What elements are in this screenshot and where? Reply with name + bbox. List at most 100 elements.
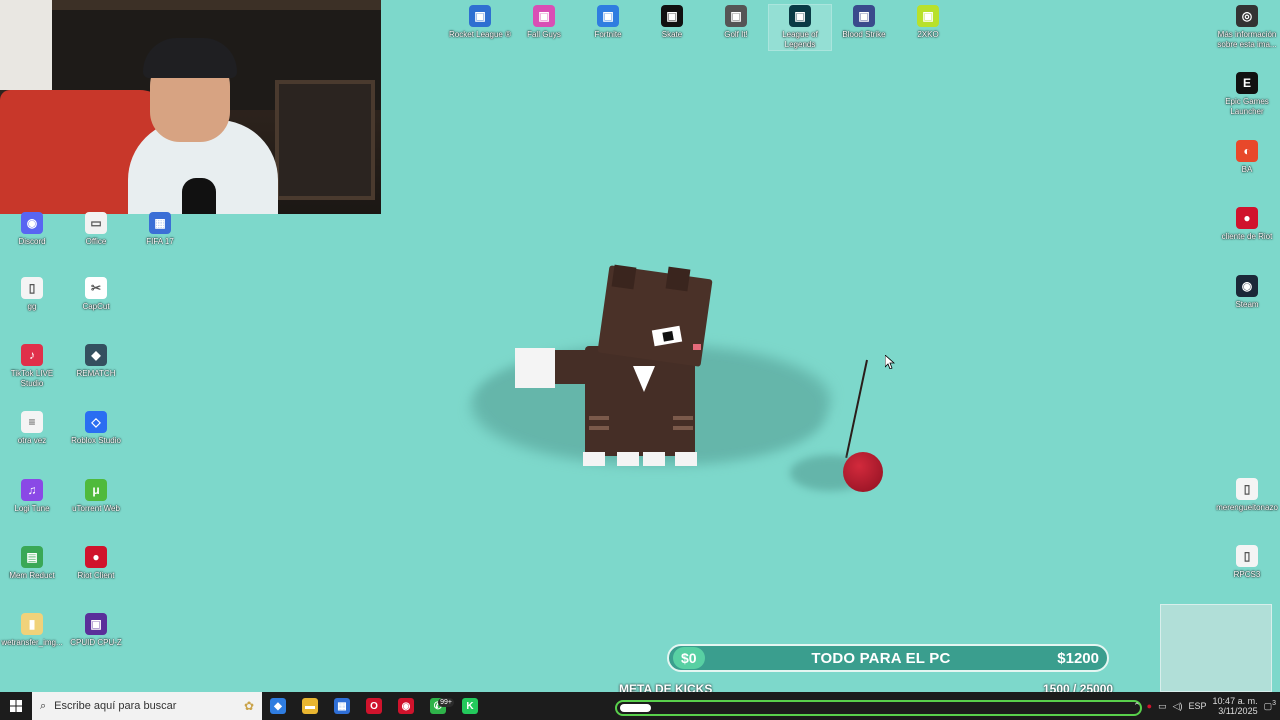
desktop-icon[interactable]: ▣ League of Legends <box>768 4 832 51</box>
capcut-icon: ✂ <box>85 277 107 299</box>
desktop-icon[interactable]: ● Riot Client <box>65 546 127 581</box>
opera-icon: O <box>366 698 382 714</box>
rematch-icon: ◆ <box>85 344 107 366</box>
notification-center-icon[interactable]: ▢3 <box>1264 700 1276 712</box>
tray-app-icon[interactable]: ● <box>1147 701 1152 711</box>
system-tray: ⌃ ● ▭ ◁) ESP 10:47 a. m. 3/11/2025 ▢3 <box>1133 692 1276 720</box>
desktop-icon[interactable]: ◉ Discord <box>1 212 63 247</box>
text-file-icon: ≡ <box>21 411 43 433</box>
document-icon: ▯ <box>1236 478 1258 500</box>
desktop-icon-label: otra vez <box>17 436 47 445</box>
desktop-icon[interactable]: ▣ Fortnite <box>577 5 639 40</box>
desktop-icon[interactable]: ♫ Logi Tune <box>1 479 63 514</box>
rocket-league-icon: ▣ <box>469 5 491 27</box>
taskbar-app[interactable]: ◉ <box>390 692 422 720</box>
tray-overflow-icon[interactable]: ⌃ <box>1133 701 1141 712</box>
tray-language[interactable]: ESP <box>1189 701 1207 711</box>
desktop-icon[interactable]: ◆ REMATCH <box>65 344 127 379</box>
desktop-icon[interactable]: ▤ Mem Reduct <box>1 546 63 581</box>
taskbar-apps: ◆ ▬ ▦ O ◉ ✆ 99+ K <box>262 692 486 720</box>
search-placeholder: Escribe aquí para buscar <box>54 700 177 712</box>
start-button[interactable] <box>0 692 32 720</box>
goal-current-amount: $0 <box>673 647 705 669</box>
desktop-icon[interactable]: ▣ 2XKO <box>897 5 959 40</box>
taskbar-search-box[interactable]: ⌕ Escribe aquí para buscar ✿ <box>32 692 262 720</box>
taskbar-app[interactable]: ▦ <box>326 692 358 720</box>
kicks-progress-fill <box>620 704 651 712</box>
taskbar-app[interactable]: K <box>454 692 486 720</box>
desktop-icon[interactable]: ● cliente de Riot <box>1216 207 1278 242</box>
desktop-icon[interactable]: ▣ Skate <box>641 5 703 40</box>
desktop-icon[interactable]: ◉ Steam <box>1216 275 1278 310</box>
tray-time: 10:47 a. m. <box>1212 696 1258 706</box>
desktop-icon-label: uTorrent Web <box>72 504 120 513</box>
file-explorer-icon: ▬ <box>302 698 318 714</box>
desktop-icon-label: Logi Tune <box>14 504 50 513</box>
desktop-icon[interactable]: ◎ Más información sobre esta ima... <box>1216 5 1278 50</box>
desktop-icon-label: cliente de Riot <box>1221 232 1273 241</box>
desktop-icon[interactable]: ▣ Rocket League ® <box>449 5 511 40</box>
fifa-17-icon: ▦ <box>149 212 171 234</box>
yarn-ball[interactable] <box>843 452 883 492</box>
desktop-icon[interactable]: ▭ Office <box>65 212 127 247</box>
desktop-icon-label: Epic Games Launcher <box>1225 97 1269 116</box>
golf-it-icon: ▣ <box>725 5 747 27</box>
desktop-icon[interactable]: ♪ TikTok LIVE Studio <box>1 344 63 389</box>
desktop-icon-label: wetransfer_img... <box>1 638 63 647</box>
discord-icon: ◉ <box>21 212 43 234</box>
desktop-icon[interactable]: ▣ Fall Guys <box>513 5 575 40</box>
desktop-icon-label: FIFA 17 <box>146 237 174 246</box>
tray-network-icon[interactable]: ▭ <box>1158 701 1167 712</box>
desktop-icon-label: Fall Guys <box>527 30 561 39</box>
desktop-icon-label: League of Legends <box>782 30 818 49</box>
desktop-icon[interactable]: ▦ FIFA 17 <box>129 212 191 247</box>
ba-icon: ◐ <box>1236 140 1258 162</box>
search-icon: ⌕ <box>40 699 47 712</box>
taskbar-app[interactable]: O <box>358 692 390 720</box>
desktop-icon[interactable]: ▯ RPCS3 <box>1216 545 1278 580</box>
desktop-icon[interactable]: ▯ merengueitonazo <box>1216 478 1278 513</box>
desktop-icon[interactable]: ▣ Blood Strike <box>833 5 895 40</box>
office-icon: ▭ <box>85 212 107 234</box>
riot-client-icon: ● <box>1236 207 1258 229</box>
desktop-icon-label: Mem Reduct <box>9 571 55 580</box>
desktop-icon[interactable]: ◐ BA <box>1216 140 1278 175</box>
desktop-icon[interactable]: ▯ gg <box>1 277 63 312</box>
taskbar-app[interactable]: ✆ 99+ <box>422 692 454 720</box>
desktop-icon-label: 2XKO <box>917 30 939 39</box>
desktop-icon[interactable]: ▣ Golf It! <box>705 5 767 40</box>
rpcs3-icon: ▯ <box>1236 545 1258 567</box>
taskbar-app[interactable]: ▬ <box>294 692 326 720</box>
desktop-icon[interactable]: μ uTorrent Web <box>65 479 127 514</box>
mem-reduct-icon: ▤ <box>21 546 43 568</box>
desktop-icon-label: Blood Strike <box>842 30 886 39</box>
taskbar-app[interactable]: ◆ <box>262 692 294 720</box>
desktop-icon[interactable]: ▮ wetransfer_img... <box>1 613 63 648</box>
desktop-icon-label: BA <box>1241 165 1253 174</box>
microsoft-store-icon: ▦ <box>334 698 350 714</box>
desktop-icon-label: Fortnite <box>594 30 622 39</box>
desktop-cat-pet[interactable] <box>515 264 715 476</box>
tiktok-live-studio-icon: ♪ <box>21 344 43 366</box>
skate-icon: ▣ <box>661 5 683 27</box>
desktop-icon[interactable]: ≡ otra vez <box>1 411 63 446</box>
desktop-icon-label: Rocket League ® <box>449 30 511 39</box>
steam-icon: ◉ <box>1236 275 1258 297</box>
desktop-icon[interactable]: ◇ Roblox Studio <box>65 411 127 446</box>
whatsapp-unread-badge: 99+ <box>438 698 454 707</box>
blood-strike-icon: ▣ <box>853 5 875 27</box>
desktop-icon[interactable]: E Epic Games Launcher <box>1216 72 1278 117</box>
desktop-icon-label: Skate <box>661 30 683 39</box>
copilot-icon: ◆ <box>270 698 286 714</box>
tray-clock[interactable]: 10:47 a. m. 3/11/2025 <box>1213 696 1258 716</box>
desktop-icon[interactable]: ✂ CapCut <box>65 277 127 312</box>
zip-folder-icon: ▮ <box>21 613 43 635</box>
notification-ghost-panel <box>1160 604 1272 692</box>
tray-volume-icon[interactable]: ◁) <box>1173 701 1183 712</box>
2xko-icon: ▣ <box>917 5 939 27</box>
riot-client-icon: ● <box>85 546 107 568</box>
desktop-icon[interactable]: ▣ CPUID CPU-Z <box>65 613 127 648</box>
desktop-icon-label: Riot Client <box>77 571 115 580</box>
tray-date: 3/11/2025 <box>1218 706 1258 716</box>
utorrent-web-icon: μ <box>85 479 107 501</box>
